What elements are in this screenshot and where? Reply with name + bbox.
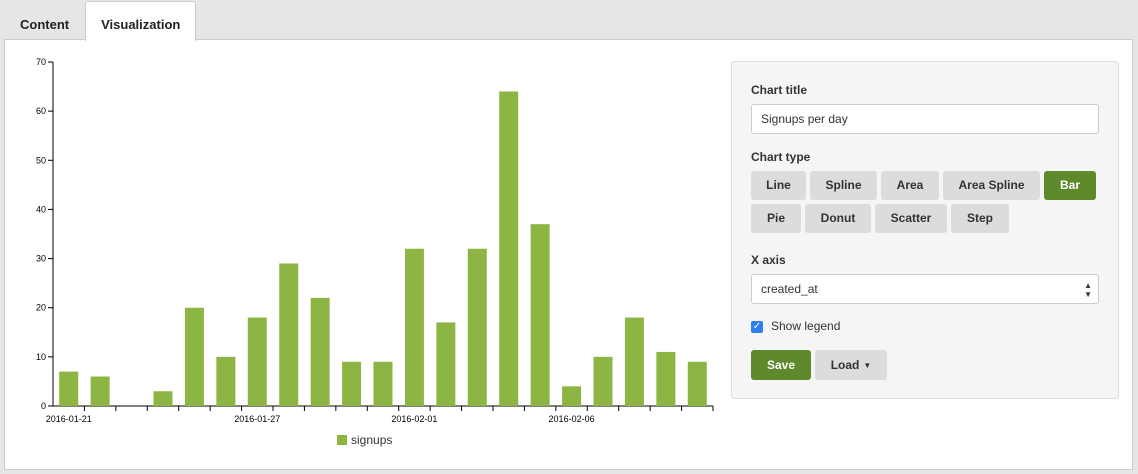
bar xyxy=(59,371,79,406)
bar xyxy=(279,263,299,406)
bar xyxy=(499,91,519,406)
chart-title-label: Chart title xyxy=(751,83,808,97)
visualization-panel: 0 10 20 30 40 50 60 70 2016-01-21 2016-01-27 2016-… xyxy=(4,39,1133,470)
bar xyxy=(687,361,707,406)
legend-swatch xyxy=(337,435,347,445)
legend-label: signups xyxy=(351,433,392,447)
x-tick-label: 2016-02-01 xyxy=(391,414,437,424)
x-tick-label: 2016-01-27 xyxy=(234,414,280,424)
bar xyxy=(436,322,456,406)
updown-arrows-icon: ▲ ▼ xyxy=(1084,281,1092,299)
chart-type-scatter-button[interactable]: Scatter xyxy=(875,204,947,233)
bar xyxy=(153,391,173,406)
x-tick-label: 2016-01-21 xyxy=(46,414,92,424)
show-legend-checkbox[interactable]: ✓ xyxy=(751,321,763,333)
y-tick-label: 30 xyxy=(36,254,46,264)
save-button[interactable]: Save xyxy=(751,350,811,380)
bar xyxy=(467,248,487,406)
chart-type-spline-button[interactable]: Spline xyxy=(810,171,877,200)
bar xyxy=(216,356,236,406)
bar xyxy=(593,356,613,406)
chart-type-label: Chart type xyxy=(751,150,811,164)
chart-type-pie-button[interactable]: Pie xyxy=(751,204,801,233)
y-tick-label: 50 xyxy=(36,155,46,165)
tab-bar: Content Visualization xyxy=(4,0,197,41)
bar xyxy=(342,361,362,406)
bar xyxy=(373,361,393,406)
tab-content[interactable]: Content xyxy=(4,1,85,40)
y-tick-label: 60 xyxy=(36,106,46,116)
chart-type-step-button[interactable]: Step xyxy=(951,204,1009,233)
chart-type-row-2: Pie Donut Scatter Step xyxy=(751,204,1009,233)
chart-type-area-button[interactable]: Area xyxy=(881,171,939,200)
bar xyxy=(90,376,110,406)
x-axis-select[interactable]: created_at ▲ ▼ xyxy=(751,274,1099,304)
chart-type-row-1: Line Spline Area Area Spline Bar xyxy=(751,171,1096,200)
show-legend-label[interactable]: Show legend xyxy=(771,319,840,333)
y-tick-label: 0 xyxy=(41,401,46,411)
y-tick-label: 70 xyxy=(36,57,46,67)
tab-visualization[interactable]: Visualization xyxy=(85,1,197,41)
bar xyxy=(530,224,550,406)
chart-settings-panel: Chart title Signups per day Chart type L… xyxy=(731,61,1119,399)
chart-type-line-button[interactable]: Line xyxy=(751,171,806,200)
bar xyxy=(624,317,644,406)
y-tick-label: 20 xyxy=(36,303,46,313)
load-button-label: Load xyxy=(830,358,860,372)
bar xyxy=(247,317,267,406)
bar xyxy=(184,307,204,406)
x-axis-select-value: created_at xyxy=(761,282,818,296)
caret-down-icon: ▼ xyxy=(863,361,872,370)
x-axis-label: X axis xyxy=(751,253,786,267)
bar-chart: 0 10 20 30 40 50 60 70 2016-01-21 2016-01-27 2016-… xyxy=(36,57,714,447)
chart-type-bar-button[interactable]: Bar xyxy=(1044,171,1096,200)
chart-title-input[interactable]: Signups per day xyxy=(751,104,1099,134)
chart-type-donut-button[interactable]: Donut xyxy=(805,204,871,233)
load-button[interactable]: Load ▼ xyxy=(815,350,887,380)
y-tick-label: 40 xyxy=(36,204,46,214)
y-tick-label: 10 xyxy=(36,352,46,362)
x-tick-label: 2016-02-06 xyxy=(549,414,595,424)
chart-type-area-spline-button[interactable]: Area Spline xyxy=(943,171,1040,200)
bar xyxy=(310,297,330,406)
bar xyxy=(404,248,424,406)
bar xyxy=(562,386,582,406)
bar xyxy=(656,351,676,406)
